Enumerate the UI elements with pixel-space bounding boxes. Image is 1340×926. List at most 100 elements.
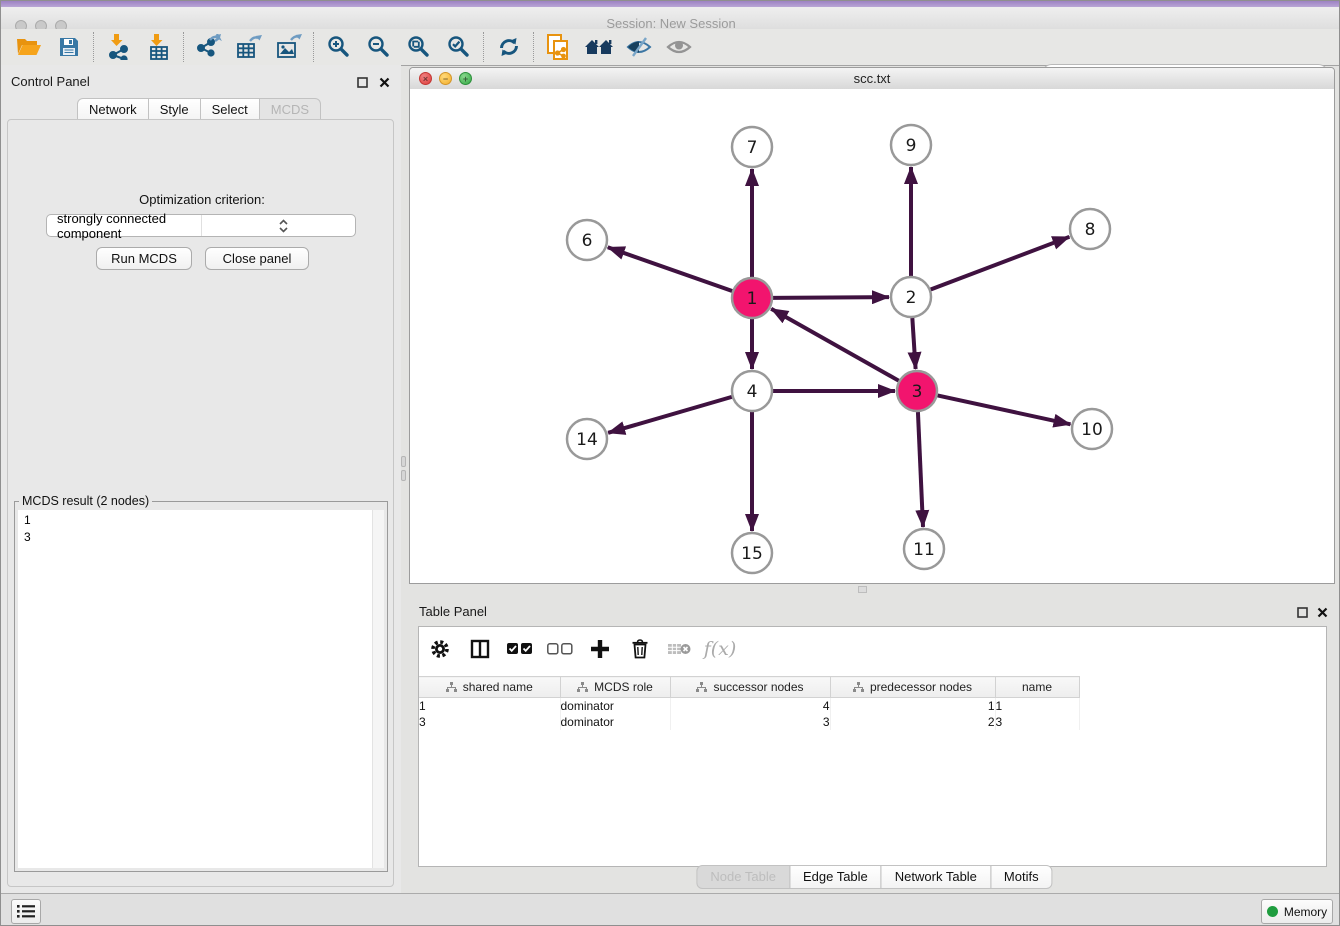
show-all-networks-button[interactable] bbox=[579, 31, 619, 63]
graph-edge-1-2[interactable] bbox=[773, 297, 889, 298]
mcds-result-list[interactable]: 1 3 bbox=[18, 510, 384, 868]
run-mcds-button[interactable]: Run MCDS bbox=[96, 247, 192, 270]
table-cell[interactable]: 3 bbox=[670, 714, 830, 730]
network-window-titlebar[interactable]: × − + scc.txt bbox=[410, 68, 1334, 90]
table-cell[interactable]: 1 bbox=[995, 698, 1079, 715]
graph-node-label-15: 15 bbox=[741, 544, 763, 564]
import-network-button[interactable] bbox=[99, 31, 139, 63]
create-column-button[interactable] bbox=[587, 636, 613, 662]
column-header-shared-name[interactable]: shared name bbox=[419, 677, 560, 698]
mcds-tab-content: Optimization criterion: strongly connect… bbox=[7, 119, 394, 887]
column-header-predecessor-nodes[interactable]: predecessor nodes bbox=[830, 677, 995, 698]
graph-edge-4-14[interactable] bbox=[608, 397, 732, 433]
duplicate-network-button[interactable] bbox=[539, 31, 579, 63]
table-tab-motifs[interactable]: Motifs bbox=[990, 865, 1053, 889]
export-table-button[interactable] bbox=[229, 31, 269, 63]
table-cell[interactable]: 3 bbox=[995, 714, 1079, 730]
close-table-panel-icon[interactable] bbox=[1315, 605, 1329, 619]
float-table-panel-icon[interactable] bbox=[1295, 605, 1309, 619]
float-panel-icon[interactable] bbox=[355, 75, 369, 89]
panel-splitter-grip[interactable] bbox=[401, 470, 406, 481]
delete-columns-button[interactable] bbox=[627, 636, 653, 662]
delete-table-button[interactable] bbox=[667, 636, 693, 662]
show-hidden-button[interactable] bbox=[659, 31, 699, 63]
network-canvas[interactable]: 1234678910111415 bbox=[410, 89, 1334, 583]
table-cell[interactable]: 1 bbox=[419, 698, 560, 715]
graph-node-label-8: 8 bbox=[1085, 220, 1096, 240]
task-list-icon bbox=[17, 904, 35, 919]
trash-icon bbox=[630, 638, 650, 660]
export-image-icon bbox=[276, 34, 302, 60]
close-panel-button[interactable]: Close panel bbox=[205, 247, 309, 270]
save-floppy-icon bbox=[58, 36, 80, 58]
optimization-criterion-label: Optimization criterion: bbox=[2, 192, 402, 207]
save-session-button[interactable] bbox=[49, 31, 89, 63]
column-type-icon bbox=[853, 682, 864, 693]
graph-edge-3-1[interactable] bbox=[771, 309, 899, 381]
toggle-column-view-button[interactable] bbox=[467, 636, 493, 662]
import-network-icon bbox=[107, 34, 131, 60]
table-cell[interactable]: 4 bbox=[670, 698, 830, 715]
table-tab-edge-table[interactable]: Edge Table bbox=[789, 865, 882, 889]
table-cell[interactable]: dominator bbox=[560, 714, 670, 730]
split-columns-icon bbox=[470, 639, 490, 659]
criterion-dropdown[interactable]: strongly connected component bbox=[46, 214, 356, 237]
table-toolbar: f(x) bbox=[427, 633, 733, 665]
open-folder-icon bbox=[16, 36, 42, 58]
graph-node-label-7: 7 bbox=[747, 138, 758, 158]
import-table-icon bbox=[147, 34, 171, 60]
close-panel-icon[interactable] bbox=[377, 75, 391, 89]
network-resize-grip[interactable] bbox=[858, 586, 867, 593]
graph-edge-1-6[interactable] bbox=[608, 247, 732, 291]
fit-content-button[interactable] bbox=[399, 31, 439, 63]
table-cell[interactable]: 3 bbox=[419, 714, 560, 730]
panel-splitter-grip[interactable] bbox=[401, 456, 406, 467]
memory-label: Memory bbox=[1284, 905, 1327, 919]
refresh-view-button[interactable] bbox=[489, 31, 529, 63]
graph-edge-2-8[interactable] bbox=[931, 237, 1070, 290]
toolbar-separator bbox=[533, 32, 535, 62]
deselect-all-checkboxes-button[interactable] bbox=[547, 636, 573, 662]
memory-button[interactable]: Memory bbox=[1261, 899, 1333, 924]
graph-edge-3-11[interactable] bbox=[918, 412, 923, 527]
zoom-out-button[interactable] bbox=[359, 31, 399, 63]
zoom-selected-button[interactable] bbox=[439, 31, 479, 63]
toolbar-separator bbox=[313, 32, 315, 62]
refresh-icon bbox=[497, 35, 521, 59]
hide-selected-button[interactable] bbox=[619, 31, 659, 63]
memory-status-icon bbox=[1267, 906, 1278, 917]
table-row[interactable]: 3dominator323 bbox=[419, 714, 1079, 730]
column-header-name[interactable]: name bbox=[995, 677, 1079, 698]
table-options-button[interactable] bbox=[427, 636, 453, 662]
column-label: predecessor nodes bbox=[870, 680, 972, 694]
network-graph: 1234678910111415 bbox=[410, 89, 1334, 583]
table-cell[interactable]: 2 bbox=[830, 714, 995, 730]
column-header-MCDS-role[interactable]: MCDS role bbox=[560, 677, 670, 698]
select-all-checkboxes-button[interactable] bbox=[507, 636, 533, 662]
houses-icon bbox=[584, 36, 614, 58]
graph-edge-2-3[interactable] bbox=[912, 318, 915, 369]
export-image-button[interactable] bbox=[269, 31, 309, 63]
table-tab-network-table[interactable]: Network Table bbox=[881, 865, 991, 889]
import-table-button[interactable] bbox=[139, 31, 179, 63]
table-cell[interactable]: 1 bbox=[830, 698, 995, 715]
show-task-history-button[interactable] bbox=[11, 899, 41, 924]
toolbar-separator bbox=[483, 32, 485, 62]
open-session-button[interactable] bbox=[9, 31, 49, 63]
export-network-button[interactable] bbox=[189, 31, 229, 63]
fit-content-icon bbox=[407, 35, 431, 59]
function-builder-button[interactable]: f(x) bbox=[707, 636, 733, 662]
table-cell[interactable]: dominator bbox=[560, 698, 670, 715]
graph-node-label-3: 3 bbox=[912, 382, 923, 402]
zoom-selected-icon bbox=[447, 35, 471, 59]
mcds-result-scrollbar[interactable] bbox=[372, 510, 384, 868]
graph-edge-3-10[interactable] bbox=[938, 395, 1071, 424]
graph-node-label-2: 2 bbox=[906, 288, 917, 308]
column-label: name bbox=[1022, 680, 1052, 694]
graph-node-label-11: 11 bbox=[913, 540, 935, 560]
checked-boxes-icon bbox=[507, 643, 533, 655]
table-tab-node-table[interactable]: Node Table bbox=[696, 865, 790, 889]
table-row[interactable]: 1dominator411 bbox=[419, 698, 1079, 715]
column-header-successor-nodes[interactable]: successor nodes bbox=[670, 677, 830, 698]
zoom-in-button[interactable] bbox=[319, 31, 359, 63]
